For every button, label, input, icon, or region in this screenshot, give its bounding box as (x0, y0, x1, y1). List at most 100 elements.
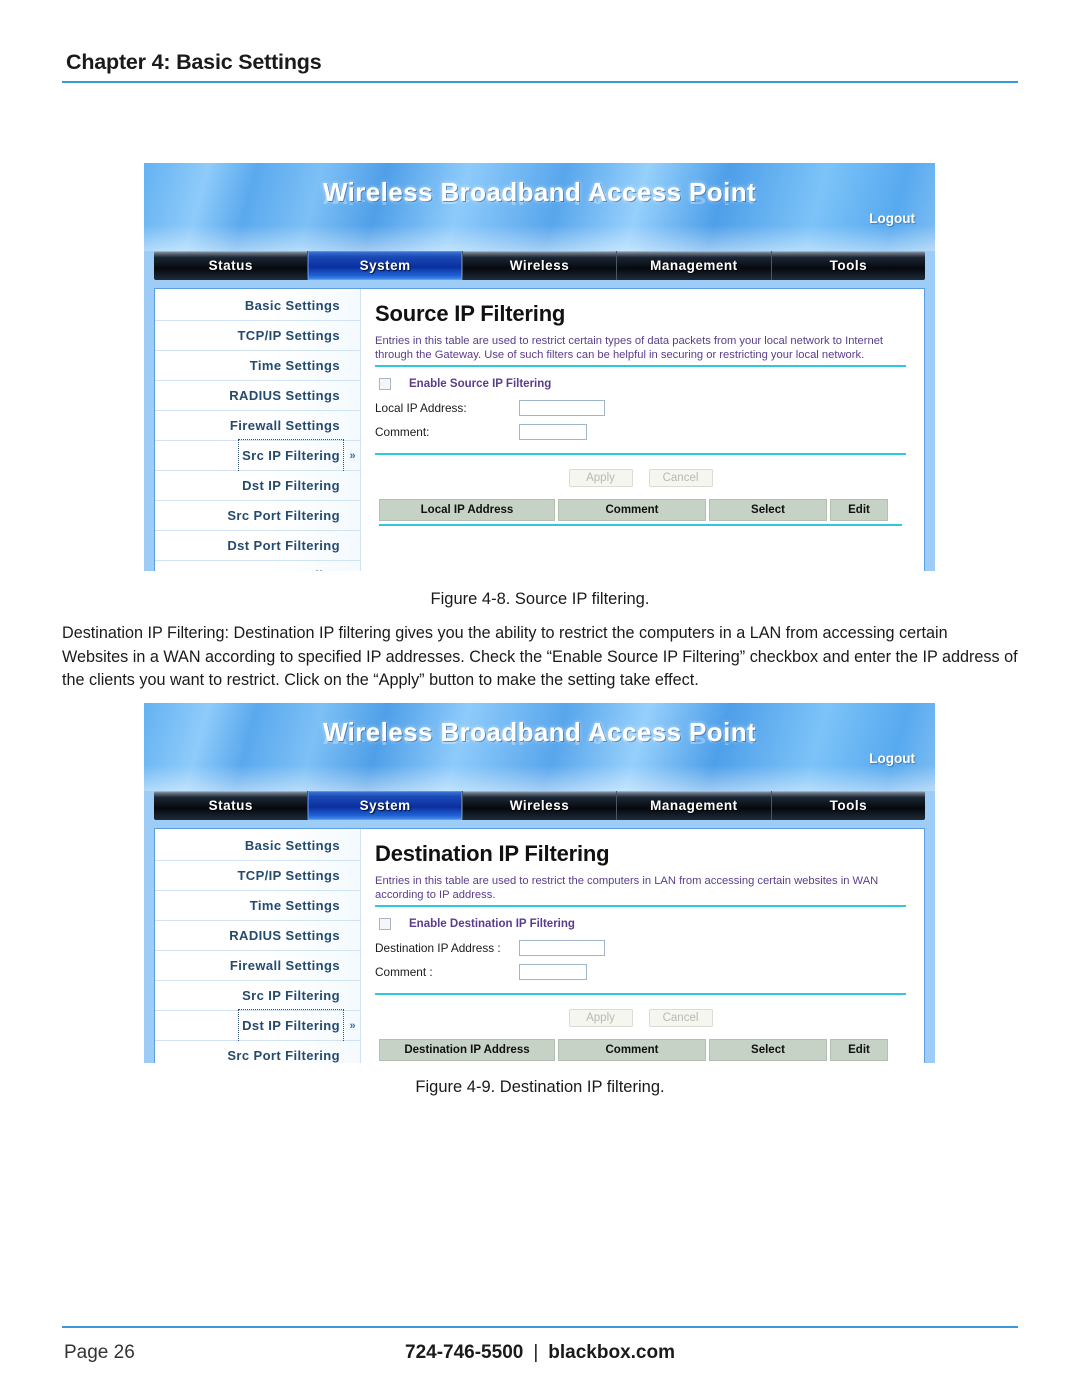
sidebar-item-tcpip-settings[interactable]: TCP/IP Settings (155, 321, 360, 351)
sidebar-item-src-port-filtering[interactable]: Src Port Filtering (155, 1041, 360, 1063)
sidebar-item-radius-settings[interactable]: RADIUS Settings (155, 921, 360, 951)
page-header: Chapter 4: Basic Settings (62, 50, 1018, 83)
router-nav-bar: Status System Wireless Management Tools (154, 251, 925, 280)
sidebar-item-basic-settings[interactable]: Basic Settings (155, 291, 360, 321)
page-title: Chapter 4: Basic Settings (66, 50, 322, 74)
sidebar-item-label: RADIUS Settings (229, 388, 340, 403)
enable-filter-row[interactable]: Enable Source IP Filtering (379, 378, 906, 391)
filter-form: Enable Source IP Filtering Local IP Addr… (375, 367, 906, 451)
comment-label: Comment : (375, 965, 433, 980)
tab-tools[interactable]: Tools (772, 251, 925, 280)
sidebar-item-src-ip-filtering[interactable]: Src IP Filtering » (155, 439, 360, 473)
enable-filter-checkbox[interactable] (379, 918, 391, 931)
local-ip-address-input[interactable] (519, 400, 605, 417)
local-ip-address-row: Local IP Address: (375, 397, 906, 419)
footer-divider (62, 1326, 1018, 1328)
cancel-button[interactable]: Cancel (648, 469, 713, 488)
tab-tools[interactable]: Tools (772, 791, 925, 820)
enable-filter-label: Enable Source IP Filtering (409, 378, 552, 391)
sidebar-item-dst-ip-filtering[interactable]: Dst IP Filtering » (155, 1009, 360, 1043)
apply-button[interactable]: Apply (568, 1009, 633, 1028)
enable-filter-label: Enable Destination IP Filtering (409, 918, 575, 931)
router-body: Basic Settings TCP/IP Settings Time Sett… (154, 828, 925, 1063)
tab-system[interactable]: System (308, 791, 463, 820)
sidebar-item-label: Basic Settings (244, 298, 340, 313)
comment-input[interactable] (519, 424, 587, 441)
section-heading: Destination IP Filtering (375, 841, 610, 866)
sidebar-item-label: Src Port Filtering (227, 1048, 340, 1063)
filter-table-header-row: Local IP Address Comment Select Edit (375, 497, 906, 522)
tab-wireless[interactable]: Wireless (463, 791, 618, 820)
table-header-cell: Edit (830, 1039, 888, 1062)
cancel-button[interactable]: Cancel (648, 1009, 713, 1028)
sidebar-item-basic-settings[interactable]: Basic Settings (155, 831, 360, 861)
local-ip-address-label: Local IP Address: (375, 401, 467, 416)
sidebar-item-label: Dst Port Filtering (227, 538, 340, 553)
enable-filter-row[interactable]: Enable Destination IP Filtering (379, 918, 906, 931)
destination-ip-address-row: Destination IP Address : (375, 937, 906, 959)
table-header-cell: Local IP Address (379, 499, 555, 522)
logout-link[interactable]: Logout (869, 751, 915, 766)
destination-ip-address-input[interactable] (519, 940, 605, 957)
comment-row: Comment : (375, 961, 906, 983)
tab-management[interactable]: Management (617, 791, 772, 820)
sidebar-item-label: Dst IP Filtering (238, 1009, 344, 1043)
router-sidebar: Basic Settings TCP/IP Settings Time Sett… (155, 289, 361, 571)
router-banner-title: Wireless Broadband Access Point (322, 717, 757, 747)
tab-management[interactable]: Management (617, 251, 772, 280)
tab-status[interactable]: Status (154, 791, 309, 820)
sidebar-item-time-settings[interactable]: Time Settings (155, 351, 360, 381)
form-actions: Apply Cancel (375, 995, 906, 1037)
sidebar-item-label: Src Port Filtering (227, 508, 340, 523)
sidebar-item-label: RADIUS Settings (229, 928, 340, 943)
tab-system[interactable]: System (308, 251, 463, 280)
sidebar-item-label: Firewall Settings (229, 418, 340, 433)
page-footer: Page 26 724-746-5500 | blackbox.com (62, 1342, 1018, 1376)
tab-status[interactable]: Status (154, 251, 309, 280)
footer-website[interactable]: blackbox.com (548, 1342, 675, 1363)
sidebar-item-label: Src IP Filtering (242, 988, 340, 1003)
sidebar-item-dst-ip-filtering[interactable]: Dst IP Filtering (155, 471, 360, 501)
chevron-right-icon: » (349, 450, 356, 462)
filter-table-header-row: Destination IP Address Comment Select Ed… (375, 1037, 906, 1062)
router-banner: Wireless Broadband Access Point Wireless… (144, 163, 935, 251)
sidebar-item-radius-settings[interactable]: RADIUS Settings (155, 381, 360, 411)
sidebar-item-label: TCP/IP Settings (237, 868, 340, 883)
sidebar-item-firewall-settings[interactable]: Firewall Settings (155, 951, 360, 981)
form-actions: Apply Cancel (375, 455, 906, 497)
sidebar-item-tcpip-settings[interactable]: TCP/IP Settings (155, 861, 360, 891)
logout-link[interactable]: Logout (869, 211, 915, 226)
sidebar-item-label: Time Settings (249, 898, 340, 913)
router-nav-bar: Status System Wireless Management Tools (154, 791, 925, 820)
table-header-cell: Comment (558, 1039, 706, 1062)
table-header-cell: Select (709, 1039, 827, 1062)
figure-caption-4-9: Figure 4-9. Destination IP filtering. (415, 1078, 665, 1096)
comment-input[interactable] (519, 964, 587, 981)
figure-caption-4-8: Figure 4-8. Source IP filtering. (430, 590, 650, 608)
sidebar-item-label: TCP/IP Settings (237, 328, 340, 343)
section-description: Entries in this table are used to restri… (375, 875, 879, 902)
sidebar-item-time-settings[interactable]: Time Settings (155, 891, 360, 921)
router-sidebar: Basic Settings TCP/IP Settings Time Sett… (155, 829, 361, 1063)
footer-phone: 724-746-5500 (405, 1342, 524, 1363)
sidebar-item-label: Port Forwarding (232, 561, 342, 571)
destination-ip-address-label: Destination IP Address : (375, 941, 501, 956)
router-banner: Wireless Broadband Access Point Wireless… (144, 703, 935, 791)
sidebar-item-dst-port-filtering[interactable]: Dst Port Filtering (155, 531, 360, 561)
sidebar-item-label: Firewall Settings (229, 958, 340, 973)
chevron-right-icon: » (349, 1020, 356, 1032)
sidebar-item-label: Basic Settings (244, 838, 340, 853)
header-divider (62, 81, 1018, 83)
sidebar-item-label: Time Settings (249, 358, 340, 373)
sidebar-item-src-ip-filtering[interactable]: Src IP Filtering (155, 981, 360, 1011)
tab-wireless[interactable]: Wireless (463, 251, 618, 280)
sidebar-item-src-port-filtering[interactable]: Src Port Filtering (155, 501, 360, 531)
section-description: Entries in this table are used to restri… (375, 335, 884, 362)
router-content: Source IP Filtering Entries in this tabl… (361, 289, 924, 571)
sidebar-item-firewall-settings[interactable]: Firewall Settings (155, 411, 360, 441)
apply-button[interactable]: Apply (568, 469, 633, 488)
sidebar-item-port-forwarding[interactable]: Port Forwarding (155, 561, 360, 571)
table-header-cell: Select (709, 499, 827, 522)
enable-filter-checkbox[interactable] (379, 378, 391, 391)
footer-separator: | (533, 1342, 539, 1363)
